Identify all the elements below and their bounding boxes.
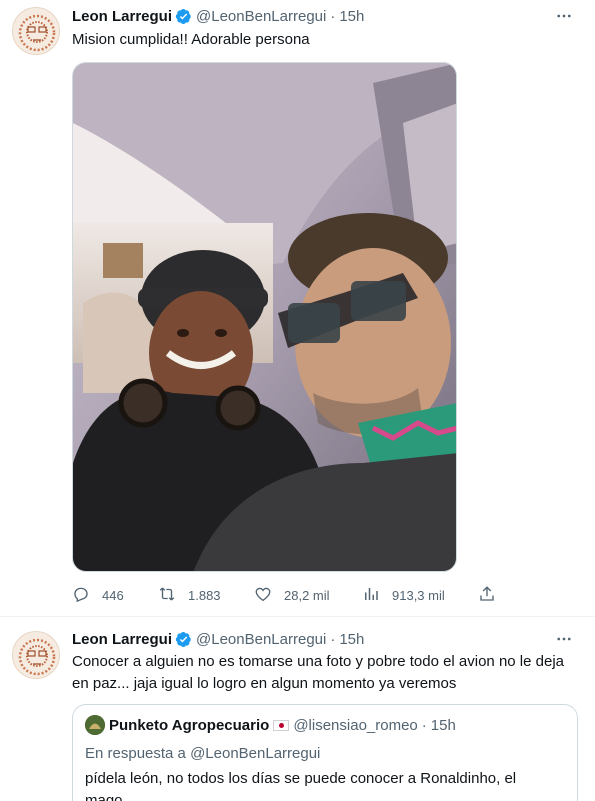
quoted-author-handle[interactable]: @lisensiao_romeo bbox=[293, 717, 417, 734]
author-handle[interactable]: @LeonBenLarregui bbox=[196, 8, 326, 25]
more-icon[interactable] bbox=[553, 6, 575, 26]
reply-button[interactable]: 446 bbox=[72, 584, 124, 606]
tweet[interactable]: Leon Larregui @LeonBenLarregui · 15h Mis… bbox=[0, 0, 595, 617]
verified-badge-icon bbox=[175, 631, 192, 648]
views-button[interactable]: 913,3 mil bbox=[362, 584, 445, 606]
tweet-text: Conocer a alguien no es tomarse una foto… bbox=[72, 653, 564, 692]
retweet-button[interactable]: 1.883 bbox=[158, 584, 221, 606]
more-icon[interactable] bbox=[553, 629, 575, 649]
author-avatar[interactable] bbox=[12, 7, 60, 55]
author-avatar[interactable] bbox=[12, 631, 60, 679]
retweet-count: 1.883 bbox=[188, 587, 221, 603]
views-icon bbox=[362, 585, 380, 606]
author-handle[interactable]: @LeonBenLarregui bbox=[196, 631, 326, 648]
reply-context: En respuesta a @LeonBenLarregui bbox=[85, 745, 321, 762]
tweet[interactable]: Leon Larregui @LeonBenLarregui · 15h Con… bbox=[0, 618, 595, 801]
quoted-author-avatar[interactable] bbox=[85, 715, 105, 735]
quoted-tweet-timestamp: 15h bbox=[430, 716, 456, 734]
share-button[interactable] bbox=[478, 584, 496, 606]
tweet-header: Leon Larregui @LeonBenLarregui · 15h bbox=[72, 6, 583, 26]
separator-dot: · bbox=[330, 630, 336, 648]
tweet-timestamp[interactable]: 15h bbox=[339, 8, 364, 25]
author-name[interactable]: Leon Larregui bbox=[72, 8, 172, 25]
verified-badge-icon bbox=[175, 8, 192, 25]
quoted-author-name[interactable]: Punketo Agropecuario bbox=[109, 717, 269, 734]
tweet-header: Leon Larregui @LeonBenLarregui · 15h bbox=[72, 629, 583, 649]
separator-dot: · bbox=[421, 716, 427, 734]
separator-dot: · bbox=[330, 7, 336, 25]
like-button[interactable]: 28,2 mil bbox=[254, 584, 330, 606]
retweet-icon bbox=[158, 585, 176, 606]
japan-flag-icon bbox=[273, 719, 290, 731]
author-name[interactable]: Leon Larregui bbox=[72, 631, 172, 648]
quoted-tweet-text: pídela león, no todos los días se puede … bbox=[85, 770, 517, 801]
like-icon bbox=[254, 585, 272, 606]
views-count: 913,3 mil bbox=[392, 587, 445, 603]
reply-count: 446 bbox=[102, 587, 124, 603]
share-icon bbox=[478, 585, 496, 606]
reply-icon bbox=[72, 585, 90, 606]
tweet-text: Mision cumplida!! Adorable persona bbox=[72, 31, 310, 48]
quoted-tweet[interactable]: Punketo Agropecuario @lisensiao_romeo · … bbox=[72, 704, 578, 801]
tweet-photo[interactable] bbox=[72, 62, 457, 572]
like-count: 28,2 mil bbox=[284, 587, 330, 603]
tweet-timestamp[interactable]: 15h bbox=[339, 631, 364, 648]
tweet-actions: 446 1.883 28,2 mil 913,3 mil bbox=[72, 584, 502, 606]
quoted-tweet-header: Punketo Agropecuario @lisensiao_romeo · … bbox=[85, 715, 456, 735]
